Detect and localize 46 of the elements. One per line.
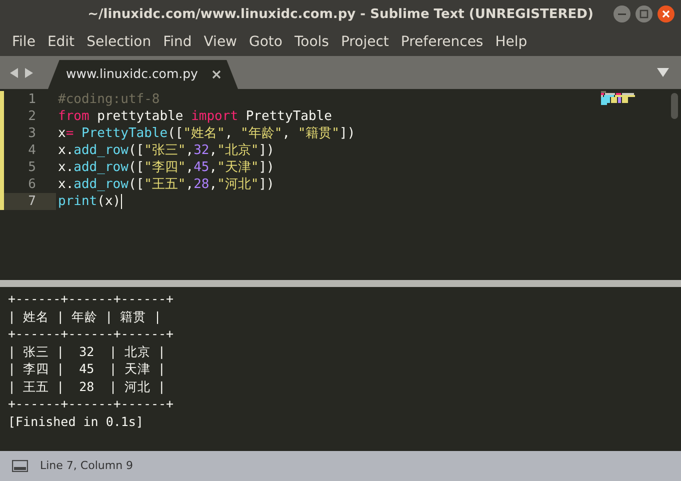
code-line: x.add_row(["王五",28,"河北"])	[57, 176, 274, 193]
code-line: x.add_row(["李四",45,"天津"])	[57, 159, 274, 176]
window-title: ~/linuxidc.com/www.linuxidc.com.py - Sublime Text (UNREGISTERED)	[88, 6, 594, 24]
menu-item[interactable]: Edit	[41, 32, 81, 53]
scrollbar-thumb[interactable]	[671, 93, 678, 119]
menu-item[interactable]: Find	[157, 32, 198, 53]
close-button[interactable]	[657, 5, 675, 23]
text-cursor	[120, 194, 122, 209]
menu-item[interactable]: Preferences	[394, 32, 490, 53]
close-icon[interactable]	[212, 70, 221, 79]
menu-item[interactable]: Project	[334, 32, 395, 53]
cursor-position: Line 7, Column 9	[40, 458, 134, 474]
code-line: x= PrettyTable(["姓名", "年龄", "籍贯"])	[57, 125, 356, 142]
output-line: [Finished in 0.1s]	[8, 412, 144, 430]
line-number: 1	[27, 91, 36, 108]
code-line: #coding:utf-8	[57, 91, 160, 108]
line-number: 3	[27, 125, 36, 142]
panel-icon[interactable]	[12, 460, 28, 472]
line-number: 2	[27, 108, 36, 125]
output-line: | 王五 | 28 | 河北 |	[8, 378, 166, 395]
output-line: +------+------+------+	[8, 395, 174, 412]
back-arrow-icon[interactable]	[10, 68, 19, 78]
output-line: +------+------+------+	[8, 325, 174, 342]
line-number: 7	[27, 193, 36, 210]
menu-item[interactable]: File	[6, 32, 42, 53]
output-line: | 李四 | 45 | 天津 |	[8, 360, 166, 378]
file-tab[interactable]: www.linuxidc.com.py	[48, 60, 238, 89]
dropdown-arrow-icon[interactable]	[657, 68, 669, 77]
output-line: | 姓名 | 年龄 | 籍贯 |	[8, 308, 162, 325]
menu-item[interactable]: View	[198, 32, 244, 53]
line-number: 6	[27, 176, 36, 193]
code-line: print(x)	[57, 193, 122, 210]
forward-arrow-icon[interactable]	[24, 68, 33, 78]
menu-item[interactable]: Selection	[80, 32, 158, 53]
tab-label: www.linuxidc.com.py	[66, 65, 198, 84]
minimize-button[interactable]	[613, 5, 631, 23]
menu-item[interactable]: Tools	[288, 32, 335, 53]
line-number: 4	[27, 142, 36, 159]
output-line: +------+------+------+	[8, 290, 174, 308]
code-line: from prettytable import PrettyTable	[57, 108, 332, 125]
minimap-drawing[interactable]	[601, 91, 637, 105]
output-line: | 张三 | 32 | 北京 |	[8, 342, 166, 360]
menu-item[interactable]: Goto	[243, 32, 288, 53]
menu-item[interactable]: Help	[489, 32, 534, 53]
code-line: x.add_row(["张三",32,"北京"])	[57, 142, 274, 159]
line-number: 5	[27, 159, 36, 176]
